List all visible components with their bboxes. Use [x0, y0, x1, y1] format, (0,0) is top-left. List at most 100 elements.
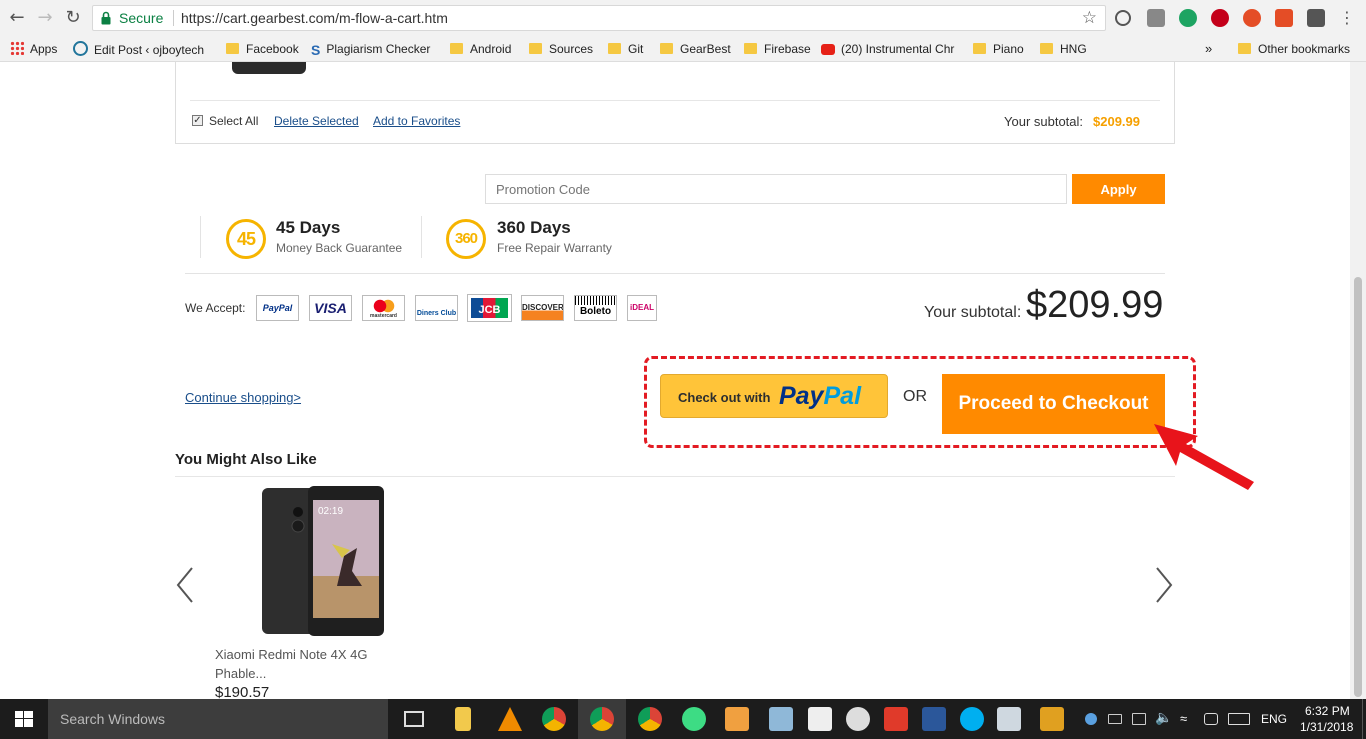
tray-app-icon[interactable]	[1085, 713, 1097, 725]
bookmark-sources[interactable]: Sources	[529, 41, 593, 57]
url-text[interactable]: https://cart.gearbest.com/m-flow-a-cart.…	[181, 10, 448, 26]
paint-app-icon[interactable]	[846, 707, 870, 731]
carousel-next-icon[interactable]	[1153, 565, 1175, 605]
language-indicator[interactable]: ENG	[1261, 712, 1287, 726]
bookmark-facebook[interactable]: Facebook	[226, 41, 299, 57]
bookmark-label: Firebase	[764, 42, 811, 56]
phone-screen-clock: 02:19	[318, 506, 344, 517]
action-center-icon[interactable]	[1204, 713, 1218, 725]
html5-extension-icon[interactable]	[1275, 9, 1293, 27]
delete-selected-link[interactable]: Delete Selected	[274, 114, 359, 128]
carousel-prev-icon[interactable]	[174, 565, 196, 605]
bookmark-hng[interactable]: HNG	[1040, 41, 1087, 57]
volume-icon[interactable]: 🔈	[1155, 710, 1172, 726]
sync-extension-icon[interactable]	[1115, 10, 1131, 26]
browser-toolbar: ← → ↻ Secure https://cart.gearbest.com/m…	[0, 0, 1366, 36]
boleto-icon: Boleto	[574, 295, 617, 321]
divider	[200, 216, 201, 258]
android-studio-icon[interactable]	[682, 707, 706, 731]
bookmarks-bar: Apps Edit Post ‹ ojboytech Facebook S Pla…	[0, 36, 1366, 62]
you-might-also-like-title: You Might Also Like	[175, 451, 317, 468]
wifi-icon[interactable]: ≈	[1180, 711, 1187, 726]
bookmark-edit-post[interactable]: Edit Post ‹ ojboytech	[73, 41, 204, 57]
task-view-icon[interactable]	[404, 711, 424, 727]
show-desktop-button[interactable]	[1362, 699, 1366, 739]
chrome-profile-icon[interactable]	[638, 707, 662, 731]
windows-start-icon[interactable]	[15, 711, 33, 727]
media-player-icon[interactable]	[725, 707, 749, 731]
divider	[185, 273, 1165, 274]
scrollbar-thumb[interactable]	[1354, 277, 1362, 697]
proceed-to-checkout-button[interactable]: Proceed to Checkout	[942, 374, 1165, 434]
sublime-icon[interactable]	[808, 707, 832, 731]
bookmark-piano[interactable]: Piano	[973, 41, 1024, 57]
repair-warranty-badge-icon: 360	[446, 219, 486, 259]
location-extension-icon[interactable]	[1307, 9, 1325, 27]
bookmark-label: Facebook	[246, 42, 299, 56]
vlc-icon[interactable]	[498, 707, 522, 731]
notes-app-icon[interactable]	[769, 707, 793, 731]
bookmark-gearbest[interactable]: GearBest	[660, 41, 731, 57]
cart-subtotal-value: $209.99	[1093, 114, 1140, 129]
back-arrow-icon[interactable]: ←	[6, 7, 28, 29]
skype-icon[interactable]	[960, 707, 984, 731]
promotion-code-input[interactable]	[485, 174, 1067, 204]
bookmark-apps[interactable]: Apps	[10, 41, 57, 57]
clock-time[interactable]: 6:32 PM	[1305, 704, 1350, 718]
bookmark-other[interactable]: Other bookmarks	[1238, 41, 1350, 57]
page-scrollbar[interactable]	[1350, 62, 1366, 699]
tray-battery-icon[interactable]	[1108, 714, 1122, 724]
taskbar-search-box[interactable]: Search Windows	[48, 699, 388, 739]
chrome-menu-icon[interactable]: ⋮	[1336, 7, 1358, 29]
paypal-logo-pal: Pal	[823, 382, 862, 410]
pen-extension-icon[interactable]	[1243, 9, 1261, 27]
file-explorer-icon[interactable]	[455, 707, 471, 731]
bookmark-git[interactable]: Git	[608, 41, 643, 57]
summary-subtotal-label: Your subtotal:	[924, 304, 1022, 321]
select-all-checkbox[interactable]: ✓	[192, 115, 203, 126]
bookmark-firebase[interactable]: Firebase	[744, 41, 811, 57]
add-to-favorites-link[interactable]: Add to Favorites	[373, 114, 460, 128]
more-bookmarks-chevron[interactable]: »	[1205, 41, 1212, 57]
divider	[421, 216, 422, 258]
bookmark-instrumental[interactable]: (20) Instrumental Chr	[821, 41, 957, 57]
paypal-checkout-button[interactable]: Check out with PayPal	[660, 374, 888, 418]
continue-shopping-link[interactable]: Continue shopping>	[185, 390, 301, 405]
keyboard-icon[interactable]	[1228, 713, 1250, 725]
jcb-card-icon: JCB	[467, 294, 512, 322]
bookmark-android[interactable]: Android	[450, 41, 511, 57]
reload-icon[interactable]: ↻	[62, 7, 84, 29]
bookmark-label: (20) Instrumental Chr	[841, 42, 955, 56]
we-accept-label: We Accept:	[185, 301, 246, 315]
tray-monitor-icon[interactable]	[1132, 713, 1146, 725]
mastercard-icon: mastercard	[362, 295, 405, 321]
chrome-active-icon[interactable]	[590, 707, 614, 731]
word-icon[interactable]	[922, 707, 946, 731]
address-bar[interactable]: Secure https://cart.gearbest.com/m-flow-…	[92, 5, 1106, 31]
money-back-title: 45 Days	[276, 218, 341, 237]
repair-warranty-title: 360 Days	[497, 218, 571, 237]
display-app-icon[interactable]	[997, 707, 1021, 731]
bookmark-star-icon[interactable]: ☆	[1082, 8, 1097, 28]
clock-date[interactable]: 1/31/2018	[1300, 720, 1353, 734]
folder-icon	[529, 43, 542, 54]
chrome-icon[interactable]	[542, 707, 566, 731]
apps-grid-icon	[10, 41, 24, 55]
cube-extension-icon[interactable]	[1147, 9, 1165, 27]
cart-subtotal-label: Your subtotal:	[1004, 114, 1084, 129]
grammarly-extension-icon[interactable]	[1179, 9, 1197, 27]
forward-arrow-icon[interactable]: →	[34, 7, 56, 29]
video-extension-icon[interactable]	[1211, 9, 1229, 27]
folder-icon	[744, 43, 757, 54]
bookmark-label: GearBest	[680, 42, 731, 56]
or-separator: OR	[903, 388, 927, 405]
apply-promo-button[interactable]: Apply	[1072, 174, 1165, 204]
product-card-image[interactable]: 02:19	[262, 486, 384, 636]
bookmark-label: Plagiarism Checker	[326, 42, 431, 56]
product-name-link[interactable]: Xiaomi Redmi Note 4X 4G Phable...	[215, 645, 395, 683]
music-app-icon[interactable]	[1040, 707, 1064, 731]
visa-card-icon: VISA	[309, 295, 352, 321]
cart-page: ✓ Select All Delete Selected Add to Favo…	[0, 62, 1350, 699]
bookmark-plagiarism-checker[interactable]: S Plagiarism Checker	[311, 41, 431, 58]
pdf-app-icon[interactable]	[884, 707, 908, 731]
